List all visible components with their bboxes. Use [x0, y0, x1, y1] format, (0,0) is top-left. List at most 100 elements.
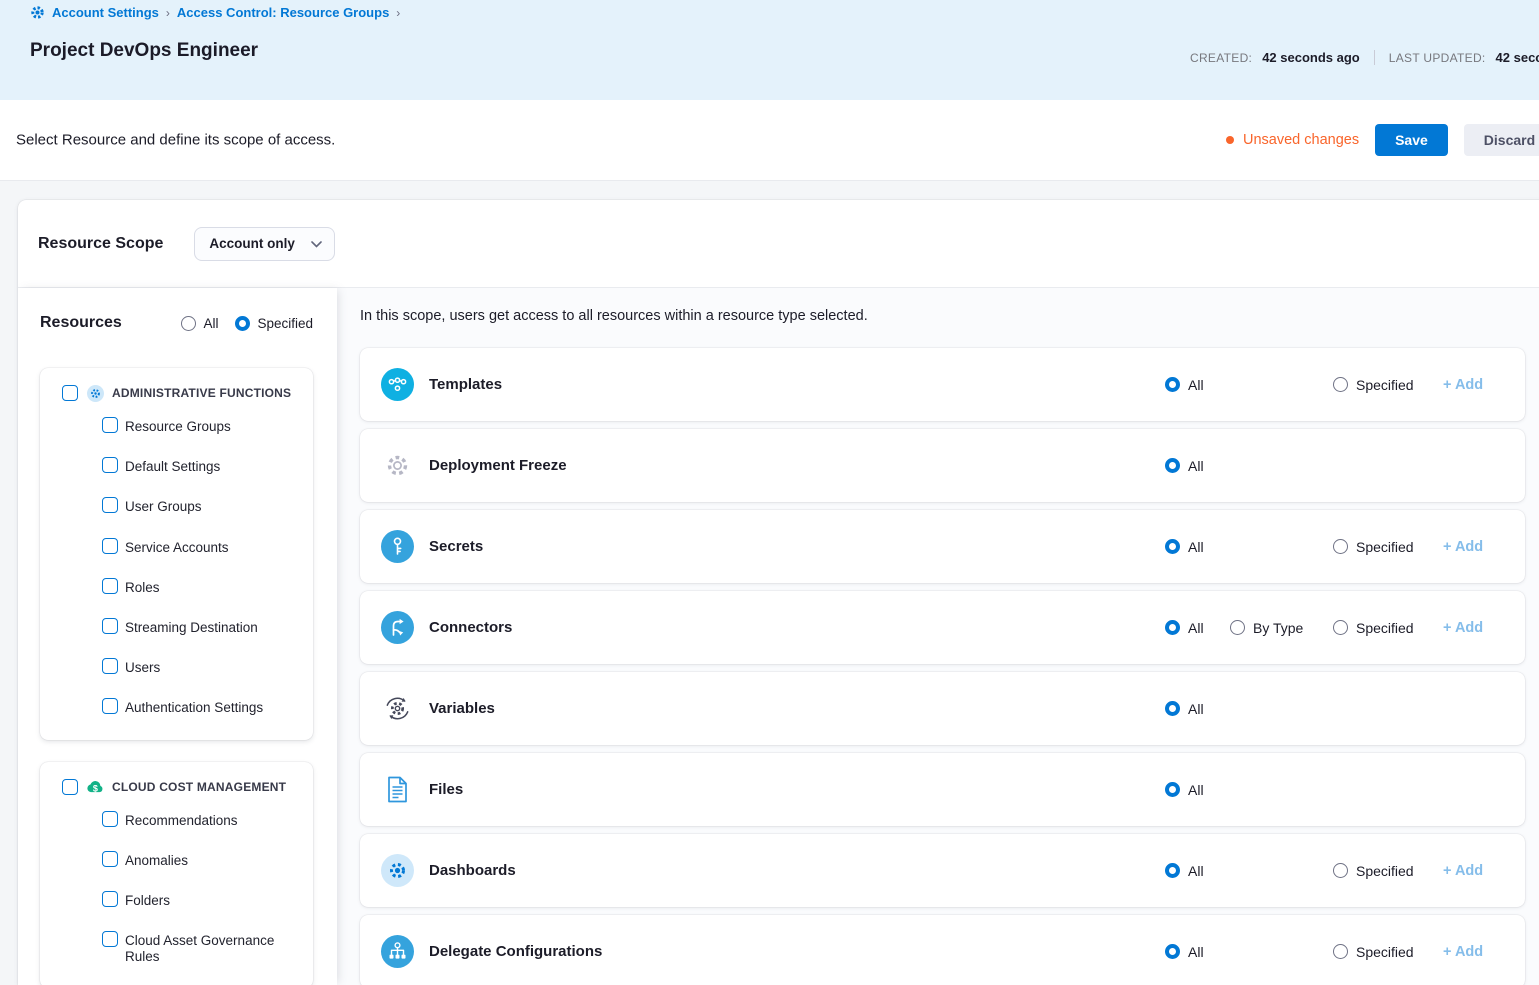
radio-icon[interactable] [1165, 620, 1180, 635]
radio-option-all[interactable]: All [1165, 782, 1204, 798]
resource-checkbox-item[interactable]: Cloud Asset Governance Rules [40, 920, 313, 976]
card-body: Resources All Specified ADMINISTRATIVE F… [18, 288, 1539, 985]
radio-icon[interactable] [181, 316, 196, 331]
radio-icon[interactable] [1333, 944, 1348, 959]
radio-icon[interactable] [1165, 701, 1180, 716]
radio-icon[interactable] [1333, 620, 1348, 635]
add-link[interactable]: + Add [1443, 863, 1483, 879]
radio-icon[interactable] [235, 316, 250, 331]
radio-option-all[interactable]: All [1165, 539, 1204, 555]
group-label: CLOUD COST MANAGEMENT [112, 780, 286, 794]
breadcrumb-separator: › [396, 6, 400, 20]
radio-option-specified[interactable]: Specified [1333, 944, 1414, 960]
radio-icon[interactable] [1165, 458, 1180, 473]
add-link[interactable]: + Add [1443, 620, 1483, 636]
checkbox[interactable] [102, 457, 118, 473]
checkbox[interactable] [102, 497, 118, 513]
resource-scope-dropdown[interactable]: Account only [194, 227, 335, 261]
deployment-freeze-icon [381, 449, 414, 482]
group-checkbox[interactable] [62, 385, 78, 401]
toolbar-description: Select Resource and define its scope of … [16, 132, 335, 149]
resource-checkbox-item[interactable]: Service Accounts [40, 527, 313, 567]
radio-option-all[interactable]: All [1165, 377, 1204, 393]
radio-label: All [1188, 863, 1204, 879]
radio-option-specified[interactable]: Specified [1333, 620, 1414, 636]
resource-checkbox-item[interactable]: Roles [40, 567, 313, 607]
resource-scope-label: Resource Scope [38, 235, 163, 253]
radio-option-all[interactable]: All [1165, 863, 1204, 879]
radio-icon[interactable] [1333, 377, 1348, 392]
resource-checkbox-item[interactable]: Resource Groups [40, 406, 313, 446]
checkbox[interactable] [102, 811, 118, 827]
resource-checkbox-item[interactable]: Anomalies [40, 840, 313, 880]
radio-label: Specified [1356, 377, 1414, 393]
radio-icon[interactable] [1333, 539, 1348, 554]
sidebar-group-header[interactable]: ADMINISTRATIVE FUNCTIONS [40, 378, 313, 406]
breadcrumb-resource-groups[interactable]: Access Control: Resource Groups [177, 5, 389, 20]
radio-option-all[interactable]: All [1165, 944, 1204, 960]
radio-label: Specified [257, 316, 313, 331]
resource-checkbox-item[interactable]: Authentication Settings [40, 687, 313, 727]
scope-detail-pane: In this scope, users get access to all r… [337, 288, 1539, 985]
checkbox-label: Users [125, 658, 160, 676]
checkbox[interactable] [102, 931, 118, 947]
radio-option-all[interactable]: All [1165, 701, 1204, 717]
checkbox[interactable] [102, 658, 118, 674]
radio-label: By Type [1253, 620, 1303, 636]
page-title: Project DevOps Engineer [30, 40, 258, 62]
radio-option-all[interactable]: All [1165, 620, 1204, 636]
unsaved-changes-badge: Unsaved changes [1226, 132, 1359, 148]
checkbox[interactable] [102, 851, 118, 867]
checkbox[interactable] [102, 417, 118, 433]
resource-checkbox-item[interactable]: Recommendations [40, 800, 313, 840]
checkbox-label: Cloud Asset Governance Rules [125, 931, 285, 965]
checkbox-label: Streaming Destination [125, 618, 258, 636]
radio-icon[interactable] [1165, 377, 1180, 392]
radio-icon[interactable] [1165, 944, 1180, 959]
save-button[interactable]: Save [1375, 124, 1448, 156]
checkbox-label: Folders [125, 891, 170, 909]
resource-type-row: Delegate Configurations All Specified + Ad… [360, 915, 1525, 985]
add-link[interactable]: + Add [1443, 377, 1483, 393]
discard-button[interactable]: Discard [1464, 124, 1539, 156]
radio-label: Specified [1356, 620, 1414, 636]
radio-label: Specified [1356, 944, 1414, 960]
radio-option-specified[interactable]: Specified [1333, 377, 1414, 393]
breadcrumb-account-settings[interactable]: Account Settings [52, 5, 159, 20]
checkbox-label: User Groups [125, 497, 202, 515]
radio-icon[interactable] [1165, 782, 1180, 797]
checkbox[interactable] [102, 618, 118, 634]
radio-option-all[interactable]: All [1165, 458, 1204, 474]
radio-icon[interactable] [1333, 863, 1348, 878]
created-label: CREATED: [1190, 51, 1252, 65]
resource-checkbox-item[interactable]: Users [40, 647, 313, 687]
resource-type-row: Secrets AllSpecified+ Add [360, 510, 1525, 583]
resource-type-label: Delegate Configurations [429, 943, 602, 960]
checkbox[interactable] [102, 891, 118, 907]
templates-icon [381, 368, 414, 401]
group-checkbox[interactable] [62, 779, 78, 795]
radio-icon[interactable] [1165, 539, 1180, 554]
resource-type-label: Variables [429, 700, 495, 717]
radio-label: All [1188, 620, 1204, 636]
radio-icon[interactable] [1230, 620, 1245, 635]
checkbox[interactable] [102, 538, 118, 554]
checkbox[interactable] [102, 698, 118, 714]
radio-icon[interactable] [1165, 863, 1180, 878]
radio-option-specified[interactable]: Specified [235, 316, 313, 331]
add-link[interactable]: + Add [1443, 539, 1483, 555]
checkbox-label: Recommendations [125, 811, 238, 829]
radio-option-specified[interactable]: Specified [1333, 539, 1414, 555]
checkbox[interactable] [102, 578, 118, 594]
resource-checkbox-item[interactable]: Default Settings [40, 446, 313, 486]
sidebar-group-header[interactable]: $ CLOUD COST MANAGEMENT [40, 772, 313, 800]
resource-type-row: Files All [360, 753, 1525, 826]
add-link[interactable]: + Add [1443, 944, 1483, 960]
radio-option-all[interactable]: All [181, 316, 218, 331]
radio-option-by-type[interactable]: By Type [1230, 620, 1303, 636]
resource-checkbox-item[interactable]: User Groups [40, 486, 313, 526]
radio-option-specified[interactable]: Specified [1333, 863, 1414, 879]
group-items: Resource GroupsDefault Settings User Grou… [40, 406, 313, 728]
resource-checkbox-item[interactable]: Streaming Destination [40, 607, 313, 647]
resource-checkbox-item[interactable]: Folders [40, 880, 313, 920]
